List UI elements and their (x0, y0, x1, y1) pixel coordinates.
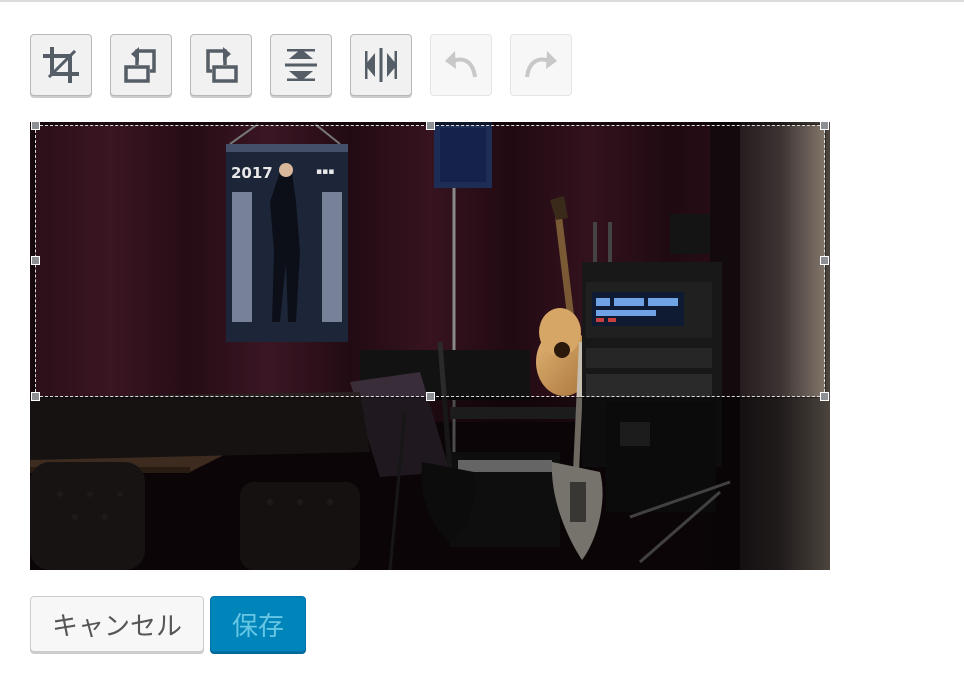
crop-handle-w[interactable] (31, 256, 40, 265)
flip-vertical-button[interactable] (270, 34, 332, 96)
redo-icon (525, 51, 557, 78)
top-divider (0, 0, 964, 2)
redo-button[interactable] (510, 34, 572, 96)
image-preview: 2017 ▪▪▪ (30, 122, 830, 570)
save-button[interactable]: 保存 (210, 596, 306, 652)
crop-handle-e[interactable] (820, 256, 829, 265)
crop-handle-n[interactable] (426, 122, 435, 130)
flip-horizontal-button[interactable] (350, 34, 412, 96)
crop-button[interactable] (30, 34, 92, 96)
crop-dim-bottom (30, 397, 830, 570)
crop-selection[interactable] (31, 122, 829, 401)
rotate-right-icon (206, 47, 238, 83)
cancel-button[interactable]: キャンセル (30, 596, 204, 652)
flip-horizontal-icon (365, 48, 397, 82)
rotate-left-icon (124, 47, 156, 83)
rotate-right-button[interactable] (190, 34, 252, 96)
crop-handle-ne[interactable] (820, 122, 829, 130)
crop-handle-s[interactable] (426, 392, 435, 401)
undo-button[interactable] (430, 34, 492, 96)
crop-handle-sw[interactable] (31, 392, 40, 401)
flip-vertical-icon (285, 49, 317, 81)
undo-icon (445, 51, 477, 78)
rotate-left-button[interactable] (110, 34, 172, 96)
crop-handle-se[interactable] (820, 392, 829, 401)
crop-icon (43, 47, 79, 83)
crop-handle-nw[interactable] (31, 122, 40, 130)
